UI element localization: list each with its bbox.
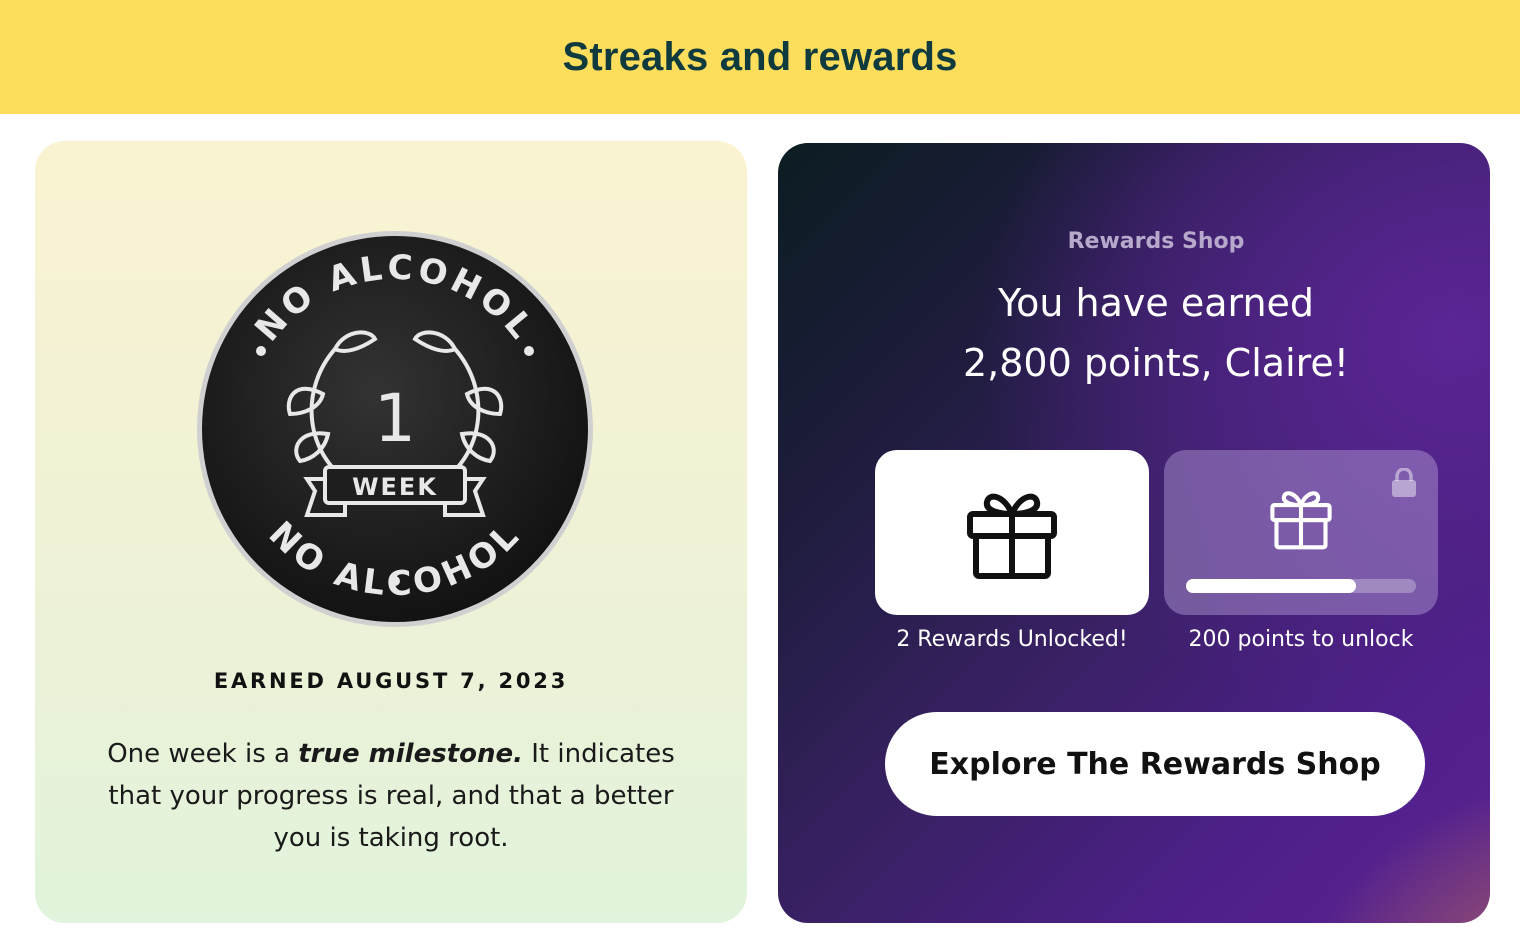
points-summary: You have earned 2,800 points, Claire! <box>858 273 1454 393</box>
reward-progress-fill <box>1186 579 1357 593</box>
explore-rewards-shop-button[interactable]: Explore The Rewards Shop <box>885 712 1425 816</box>
milestone-description-prefix: One week is a <box>107 739 299 769</box>
unlocked-rewards-caption: 2 Rewards Unlocked! <box>896 627 1128 652</box>
lock-icon <box>1392 468 1416 497</box>
gift-icon <box>967 493 1057 579</box>
page-header: Streaks and rewards <box>0 0 1520 114</box>
milestone-description-emphasis: true milestone. <box>298 739 523 769</box>
badge-number: 1 <box>374 380 416 457</box>
gift-icon <box>1270 490 1332 549</box>
badge-ribbon-text: WEEK <box>352 473 438 501</box>
milestone-card: NO ALCOHOL NO ALCOHOL WEEK 1 EARNED AUGU… <box>35 141 747 923</box>
rewards-card: Rewards Shop You have earned 2,800 point… <box>778 143 1490 923</box>
rewards-shop-label: Rewards Shop <box>1067 229 1245 254</box>
milestone-description: One week is a true milestone. It indicat… <box>95 733 687 859</box>
locked-reward-caption: 200 points to unlock <box>1188 627 1414 652</box>
locked-reward-tile[interactable] <box>1164 450 1438 615</box>
badge-medal-icon: NO ALCOHOL NO ALCOHOL WEEK 1 <box>197 231 593 627</box>
reward-progress-track <box>1186 579 1416 593</box>
no-alcohol-badge: NO ALCOHOL NO ALCOHOL WEEK 1 <box>195 229 595 629</box>
earned-date: EARNED AUGUST 7, 2023 <box>213 669 569 693</box>
page-title: Streaks and rewards <box>562 34 958 79</box>
points-line-1: You have earned <box>997 281 1315 325</box>
unlocked-rewards-tile[interactable] <box>875 450 1149 615</box>
points-line-2: 2,800 points, Claire! <box>962 341 1350 385</box>
